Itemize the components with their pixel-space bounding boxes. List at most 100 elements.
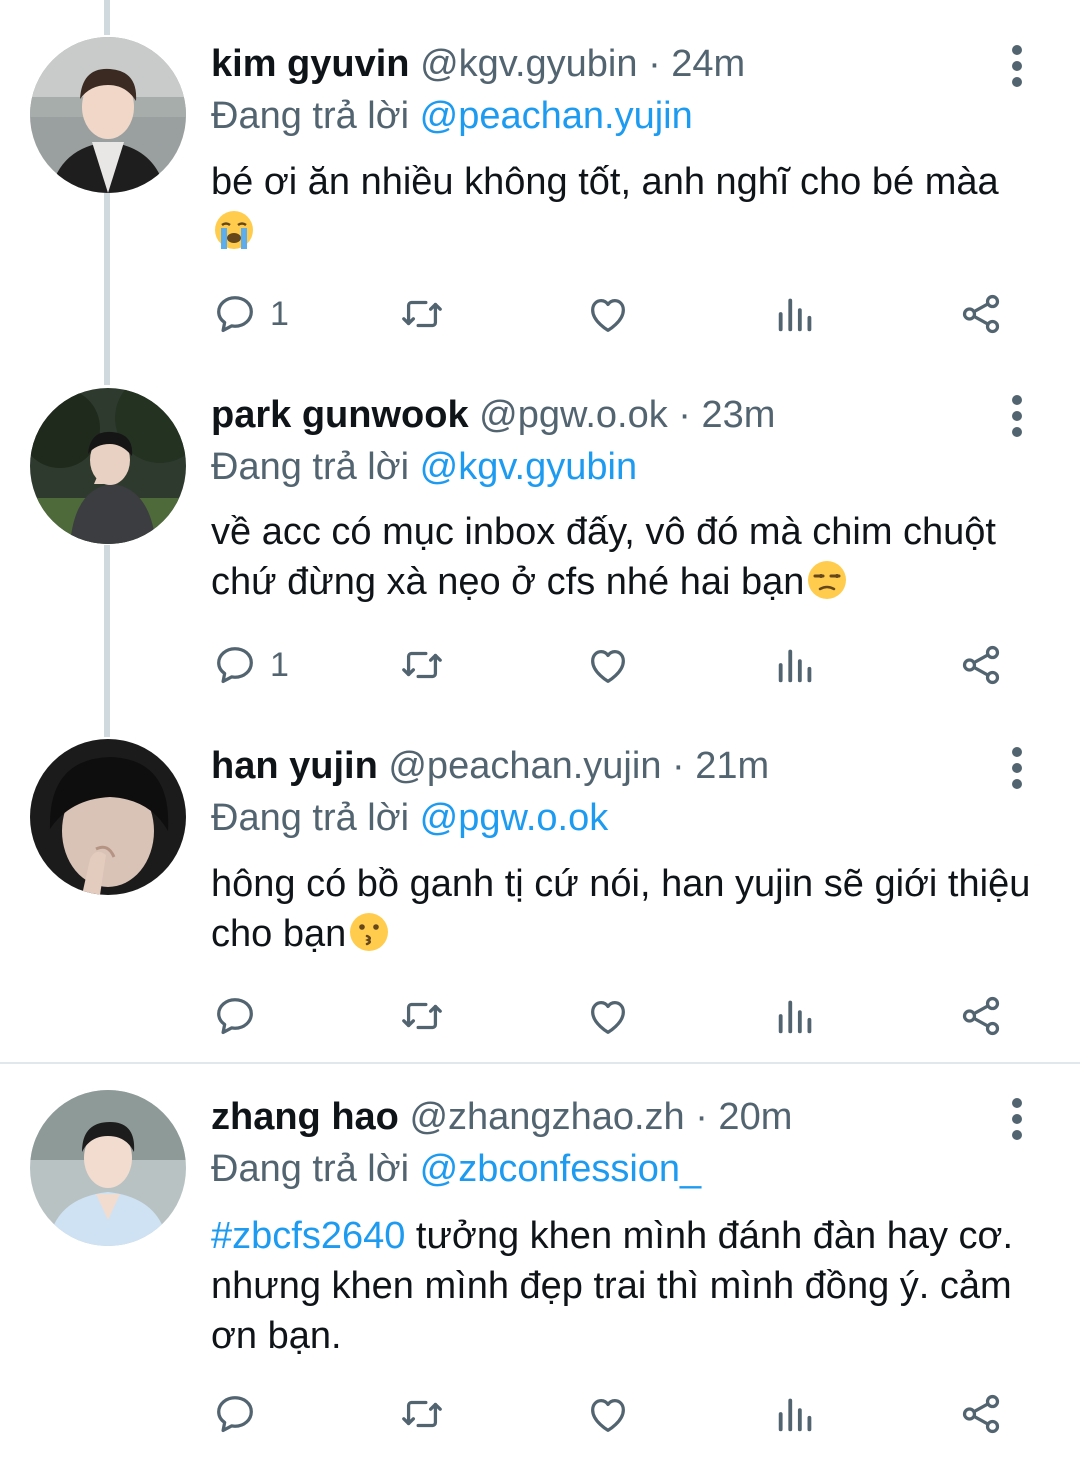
share-icon xyxy=(962,996,1000,1036)
display-name[interactable]: han yujin xyxy=(211,745,378,787)
like-button[interactable] xyxy=(585,284,631,344)
reply-count: 1 xyxy=(270,294,289,333)
retweet-button[interactable] xyxy=(399,635,445,695)
like-icon xyxy=(591,649,625,683)
share-button[interactable] xyxy=(958,1384,1004,1444)
tweet-actions xyxy=(0,986,1080,1046)
like-button[interactable] xyxy=(585,986,631,1046)
tweet-header: kim gyuvin @kgv.gyubin · 24m xyxy=(211,41,745,87)
mention-link[interactable]: @pgw.o.ok xyxy=(420,797,609,839)
tweet[interactable]: zhang hao @zhangzhao.zh · 20m Đang trả l… xyxy=(0,1053,1080,1474)
views-button[interactable] xyxy=(773,284,819,344)
reply-button[interactable] xyxy=(212,1384,270,1444)
replying-to: Đang trả lời @pgw.o.ok xyxy=(211,795,608,841)
replying-to-label: Đang trả lời xyxy=(211,446,420,488)
replying-to-label: Đang trả lời xyxy=(211,95,420,137)
like-icon xyxy=(591,1398,625,1432)
reply-icon xyxy=(217,296,253,333)
more-icon xyxy=(1012,747,1022,789)
timestamp[interactable]: · 20m xyxy=(695,1096,792,1138)
retweet-icon xyxy=(402,1400,442,1428)
retweet-icon xyxy=(402,1002,442,1030)
more-button[interactable] xyxy=(1000,386,1034,446)
views-button[interactable] xyxy=(773,1384,819,1444)
replying-to-label: Đang trả lời xyxy=(211,797,420,839)
avatar[interactable] xyxy=(30,739,186,895)
more-icon xyxy=(1012,395,1022,437)
views-icon xyxy=(778,298,812,332)
display-name[interactable]: zhang hao xyxy=(211,1096,399,1138)
avatar-photo xyxy=(30,37,186,193)
display-name[interactable]: park gunwook xyxy=(211,394,469,436)
like-button[interactable] xyxy=(585,1384,631,1444)
kissing-face-emoji xyxy=(350,913,389,951)
share-icon xyxy=(962,1394,1000,1434)
replying-to-label: Đang trả lời xyxy=(211,1148,420,1190)
reply-count: 1 xyxy=(270,645,289,684)
reply-button[interactable]: 1 xyxy=(212,284,289,344)
tweet[interactable]: park gunwook @pgw.o.ok · 23m Đang trả lờ… xyxy=(0,350,1080,702)
user-handle[interactable]: @zhangzhao.zh xyxy=(409,1096,684,1138)
like-icon xyxy=(591,298,625,332)
user-handle[interactable]: @pgw.o.ok xyxy=(479,394,668,436)
reply-button[interactable] xyxy=(212,986,270,1046)
timestamp[interactable]: · 21m xyxy=(672,745,769,787)
like-button[interactable] xyxy=(585,635,631,695)
share-icon xyxy=(962,645,1000,685)
views-button[interactable] xyxy=(773,986,819,1046)
reply-icon xyxy=(217,647,253,684)
tweet-header: park gunwook @pgw.o.ok · 23m xyxy=(211,392,775,438)
share-button[interactable] xyxy=(958,635,1004,695)
mention-link[interactable]: @zbconfession_ xyxy=(420,1148,702,1190)
tweet-text: #zbcfs2640 tưởng khen mình đánh đàn hay … xyxy=(211,1211,1041,1361)
tweet[interactable]: kim gyuvin @kgv.gyubin · 24m Đang trả lờ… xyxy=(0,0,1080,350)
display-name[interactable]: kim gyuvin xyxy=(211,43,410,85)
more-button[interactable] xyxy=(1000,738,1034,798)
like-icon xyxy=(591,1000,625,1034)
tweet-text-content: hông có bồ ganh tị cứ nói, han yujin sẽ … xyxy=(211,863,1031,955)
reply-button[interactable]: 1 xyxy=(212,635,289,695)
mention-link[interactable]: @peachan.yujin xyxy=(420,95,693,137)
tweet-text: hông có bồ ganh tị cứ nói, han yujin sẽ … xyxy=(211,859,1041,959)
user-handle[interactable]: @kgv.gyubin xyxy=(420,43,637,85)
avatar[interactable] xyxy=(30,37,186,193)
retweet-button[interactable] xyxy=(399,986,445,1046)
tweet[interactable]: han yujin @peachan.yujin · 21m Đang trả … xyxy=(0,702,1080,1062)
replying-to: Đang trả lời @zbconfession_ xyxy=(211,1146,701,1192)
unamused-face-emoji xyxy=(808,561,847,599)
retweet-button[interactable] xyxy=(399,284,445,344)
views-icon xyxy=(778,1398,812,1432)
more-button[interactable] xyxy=(1000,36,1034,96)
tweet-actions: 1 xyxy=(0,635,1080,695)
timestamp[interactable]: · 24m xyxy=(648,43,745,85)
views-icon xyxy=(778,649,812,683)
share-button[interactable] xyxy=(958,284,1004,344)
share-button[interactable] xyxy=(958,986,1004,1046)
reply-icon xyxy=(217,1396,253,1433)
avatar[interactable] xyxy=(30,1090,186,1246)
user-handle[interactable]: @peachan.yujin xyxy=(388,745,661,787)
tweet-actions xyxy=(0,1384,1080,1444)
tweet-text-content: bé ơi ăn nhiều không tốt, anh nghĩ cho b… xyxy=(211,161,999,203)
avatar[interactable] xyxy=(30,388,186,544)
tweet-actions: 1 xyxy=(0,284,1080,344)
retweet-button[interactable] xyxy=(399,1384,445,1444)
loudly-crying-face-emoji xyxy=(215,211,253,249)
views-button[interactable] xyxy=(773,635,819,695)
more-icon xyxy=(1012,1098,1022,1140)
tweet-text: về acc có mục inbox đấy, vô đó mà chim c… xyxy=(211,507,1041,607)
share-icon xyxy=(962,294,1000,334)
timestamp[interactable]: · 23m xyxy=(678,394,775,436)
hashtag-link[interactable]: #zbcfs2640 xyxy=(211,1215,405,1257)
tweet-header: zhang hao @zhangzhao.zh · 20m xyxy=(211,1094,792,1140)
tweet-header: han yujin @peachan.yujin · 21m xyxy=(211,743,769,789)
mention-link[interactable]: @kgv.gyubin xyxy=(420,446,637,488)
retweet-icon xyxy=(402,651,442,679)
more-button[interactable] xyxy=(1000,1089,1034,1149)
more-icon xyxy=(1012,45,1022,87)
views-icon xyxy=(778,1000,812,1034)
avatar-photo xyxy=(30,1090,186,1246)
avatar-photo xyxy=(30,739,186,895)
replying-to: Đang trả lời @kgv.gyubin xyxy=(211,444,637,490)
tweet-text: bé ơi ăn nhiều không tốt, anh nghĩ cho b… xyxy=(211,157,1041,257)
